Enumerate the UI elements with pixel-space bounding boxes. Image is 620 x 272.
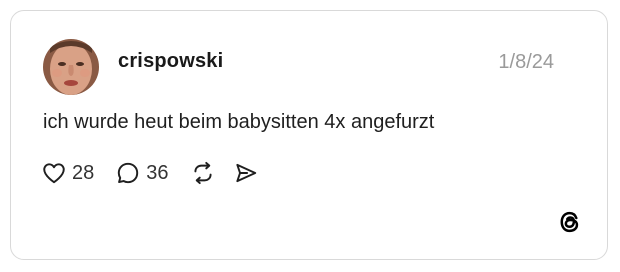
like-button[interactable]: 28 <box>41 160 94 186</box>
avatar-image <box>43 39 99 95</box>
threads-logo-icon <box>560 211 579 233</box>
speech-bubble-icon <box>118 162 139 184</box>
like-count: 28 <box>72 161 95 184</box>
post-text: ich wurde heut beim babysitten 4x angefu… <box>43 111 435 133</box>
share-button[interactable] <box>233 160 259 186</box>
post-date: 1/8/24 <box>498 51 554 73</box>
send-icon <box>235 163 256 183</box>
repost-button[interactable] <box>190 160 216 186</box>
heart-icon <box>43 163 65 184</box>
reply-button[interactable]: 36 <box>115 160 169 186</box>
post-actions: 28 36 <box>41 157 259 189</box>
repost-arrows-icon <box>193 161 212 185</box>
post-card: crispowski 1/8/24 ich wurde heut beim ba… <box>10 10 608 260</box>
username[interactable]: crispowski <box>118 50 223 73</box>
avatar[interactable] <box>43 39 99 95</box>
reply-count: 36 <box>146 161 169 184</box>
